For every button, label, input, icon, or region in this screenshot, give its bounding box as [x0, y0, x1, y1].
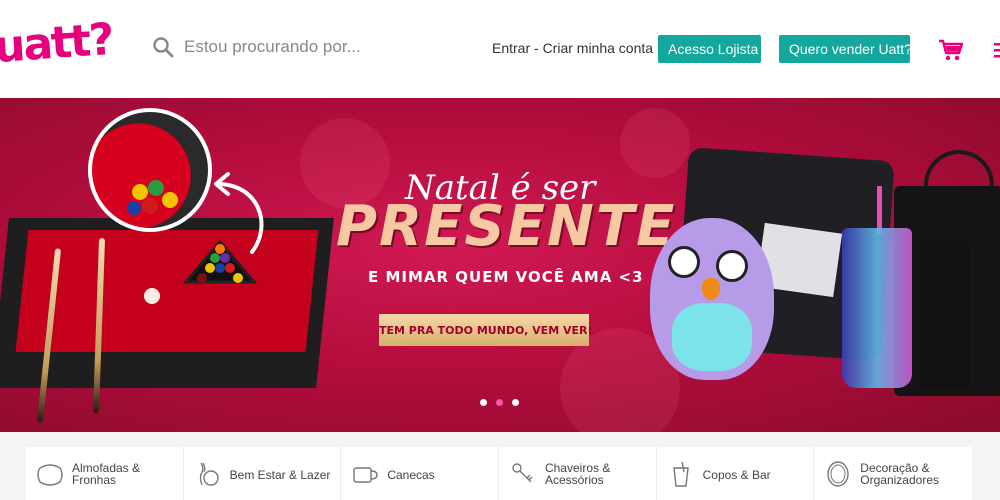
banner-cta-button[interactable]: TEM PRA TODO MUNDO, VEM VER!	[379, 314, 593, 346]
category-label: Canecas	[387, 468, 435, 482]
curved-arrow-icon	[214, 172, 264, 254]
mirror-icon	[827, 461, 849, 487]
category-chaveiros[interactable]: Chaveiros & Acessórios	[499, 447, 657, 500]
search-input[interactable]	[184, 33, 464, 61]
cue-ball	[144, 288, 160, 304]
cup-straw	[877, 186, 882, 234]
banner-headline-main: PRESENTE	[336, 194, 677, 259]
category-decoracao[interactable]: Decoração & Organizadores	[814, 447, 972, 500]
category-label: Copos & Bar	[702, 468, 771, 482]
cart-icon[interactable]	[938, 38, 964, 62]
category-bar: Almofadas & Fronhas Bem Estar & Lazer Ca…	[26, 447, 972, 500]
zoom-detail-image	[88, 108, 212, 232]
quero-vender-button[interactable]: Quero vender Uatt?	[779, 35, 912, 63]
owl-eye	[668, 246, 700, 278]
keychain-icon	[512, 463, 533, 483]
carousel-dots	[474, 399, 526, 409]
banner-subtitle: E MIMAR QUEM VOCÊ AMA <3	[368, 268, 644, 286]
category-label: Almofadas & Fronhas	[72, 461, 141, 487]
login-register-link[interactable]: Entrar - Criar minha conta	[492, 40, 653, 56]
bowling-icon	[199, 462, 219, 486]
owl-eye	[716, 250, 748, 282]
category-label: Bem Estar & Lazer	[229, 468, 331, 482]
cup-icon	[672, 461, 689, 487]
search-icon[interactable]	[152, 36, 174, 58]
category-almofadas[interactable]: Almofadas & Fronhas	[26, 447, 184, 500]
category-copos[interactable]: Copos & Bar	[657, 447, 815, 500]
carousel-dot-2-active[interactable]	[496, 399, 503, 406]
category-bem-estar[interactable]: Bem Estar & Lazer	[184, 447, 342, 500]
holographic-cup-image	[842, 228, 912, 388]
site-header: uatt? Entrar - Criar minha conta Acesso …	[0, 0, 1000, 98]
owl-belly	[672, 303, 752, 371]
mug-icon	[353, 467, 379, 483]
hero-banner[interactable]: Natal é ser PRESENTE E MIMAR QUEM VOCÊ A…	[0, 98, 1000, 432]
category-label: Decoração & Organizadores	[860, 461, 939, 487]
acesso-lojista-button[interactable]: Acesso Lojista	[658, 35, 761, 63]
owl-beak	[702, 278, 720, 300]
carousel-dot-3[interactable]	[512, 399, 519, 406]
category-label: Chaveiros & Acessórios	[544, 461, 611, 487]
carousel-dot-1[interactable]	[480, 399, 487, 406]
pillow-icon	[37, 464, 63, 486]
tumbler-image	[920, 240, 970, 390]
category-canecas[interactable]: Canecas	[341, 447, 499, 500]
menu-icon[interactable]	[990, 40, 1000, 60]
bokeh-light	[620, 108, 690, 178]
uatt-logo[interactable]: uatt?	[0, 14, 114, 73]
